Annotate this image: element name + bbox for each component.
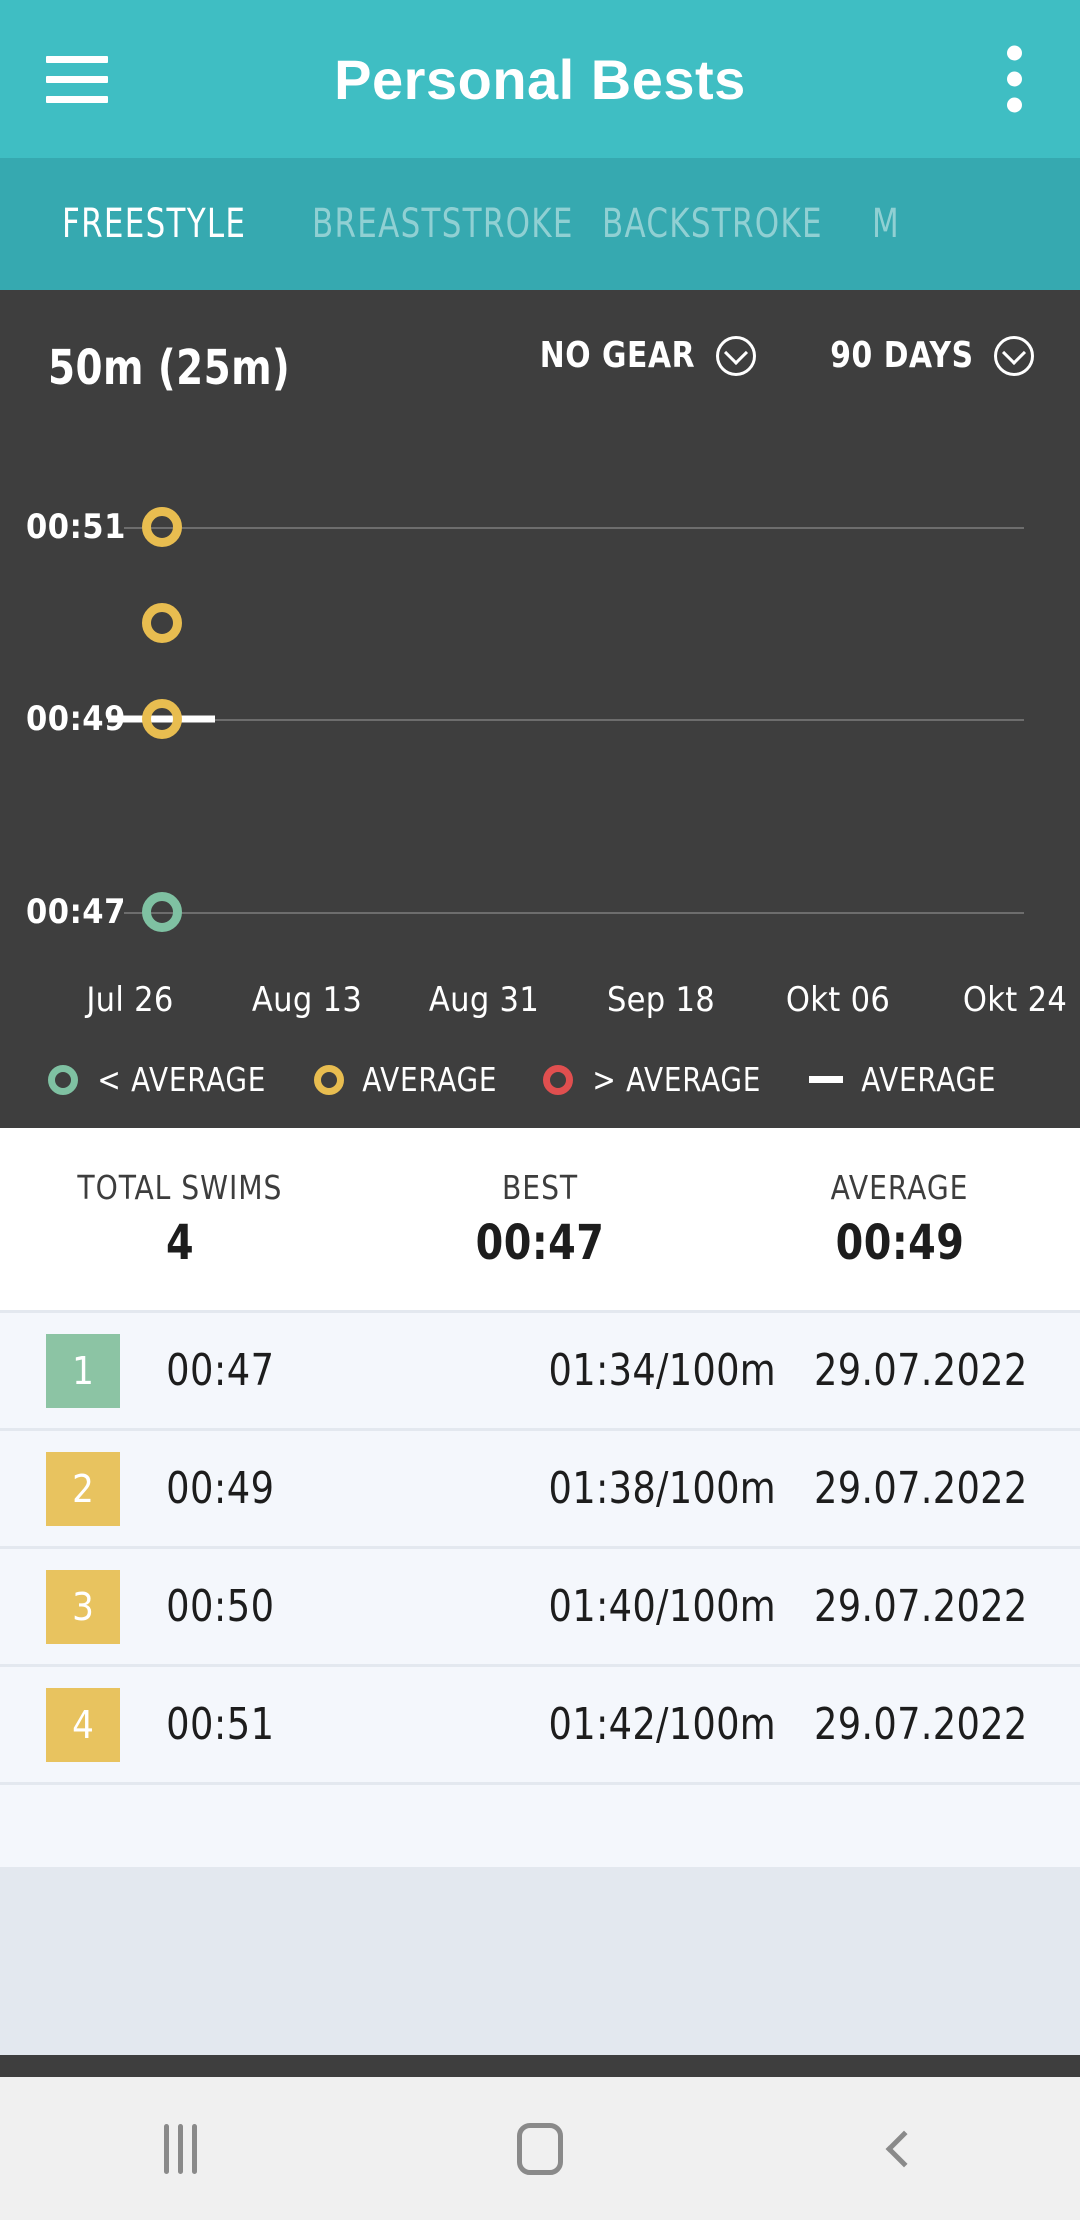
- legend-item: > AVERAGE: [543, 1060, 767, 1099]
- results-list[interactable]: 1 00:47 01:34/100m 29.07.2022 2 00:49 01:38/10…: [0, 1313, 1080, 2055]
- legend-item: AVERAGE: [313, 1060, 502, 1099]
- chart-header: 50m (25m) NO GEAR 90 DAYS: [0, 290, 1080, 400]
- row-pace: 01:40/100m: [548, 1581, 776, 1632]
- chart-y-tick-label: 00:47: [26, 891, 126, 932]
- bottom-divider: [0, 2055, 1080, 2077]
- summary-label: TOTAL SWIMS: [77, 1167, 283, 1207]
- app-bar: Personal Bests: [0, 0, 1080, 158]
- recents-icon: [163, 2123, 197, 2174]
- period-filter-label: 90 DAYS: [830, 335, 974, 376]
- row-metrics: 01:42/100m 29.07.2022: [540, 1699, 1036, 1750]
- row-pace: 01:42/100m: [548, 1699, 776, 1750]
- chart-data-point[interactable]: [142, 506, 182, 547]
- recents-button[interactable]: [0, 2077, 360, 2220]
- summary-value: 00:49: [835, 1214, 965, 1271]
- row-time: 00:49: [166, 1463, 275, 1514]
- tab-backstroke[interactable]: BACKSTROKE: [602, 201, 834, 247]
- rank-badge: 4: [46, 1687, 120, 1762]
- tab-freestyle[interactable]: FREESTYLE: [62, 201, 277, 247]
- tab-breaststroke[interactable]: BREASTSTROKE: [312, 201, 572, 247]
- table-row[interactable]: 4 00:51 01:42/100m 29.07.2022: [0, 1667, 1080, 1782]
- row-metrics: 01:40/100m 29.07.2022: [540, 1581, 1036, 1632]
- chevron-down-circle-icon: [994, 335, 1034, 376]
- row-date: 29.07.2022: [814, 1345, 1028, 1396]
- more-vertical-icon[interactable]: [999, 38, 1030, 121]
- rank-badge: 2: [46, 1451, 120, 1526]
- chart-data-point[interactable]: [142, 603, 182, 644]
- chart-gridline: [124, 719, 1024, 722]
- table-row[interactable]: 3 00:50 01:40/100m 29.07.2022: [0, 1549, 1080, 1664]
- row-date: 29.07.2022: [814, 1581, 1028, 1632]
- row-time: 00:47: [166, 1345, 275, 1396]
- chart-y-tick-label: 00:51: [26, 506, 126, 547]
- row-date: 29.07.2022: [814, 1463, 1028, 1514]
- page-title: Personal Bests: [334, 47, 746, 111]
- table-row[interactable]: 1 00:47 01:34/100m 29.07.2022: [0, 1313, 1080, 1428]
- row-time: 00:50: [166, 1581, 275, 1632]
- chart-x-tick-label: Okt 06: [785, 980, 891, 1020]
- chart-x-tick-label: Aug 31: [428, 980, 540, 1020]
- row-metrics: 01:34/100m 29.07.2022: [540, 1345, 1036, 1396]
- summary-label: BEST: [501, 1167, 579, 1207]
- rank-badge: 1: [46, 1333, 120, 1408]
- row-pace: 01:38/100m: [548, 1463, 776, 1514]
- back-button[interactable]: [720, 2077, 1080, 2220]
- tab-medley[interactable]: M: [872, 201, 1080, 247]
- chart-data-point[interactable]: [142, 891, 182, 932]
- legend-item: < AVERAGE: [48, 1060, 272, 1099]
- chart-legend: < AVERAGE AVERAGE > AVERAGE AVERAGE: [48, 1060, 1000, 1099]
- home-icon: [517, 2122, 563, 2175]
- chart-x-tick-label: Sep 18: [606, 980, 716, 1020]
- legend-label: AVERAGE: [861, 1060, 997, 1099]
- period-filter-dropdown[interactable]: 90 DAYS: [824, 335, 1034, 376]
- row-pace: 01:34/100m: [548, 1345, 776, 1396]
- gear-filter-dropdown[interactable]: NO GEAR: [533, 335, 757, 376]
- stroke-tab-bar[interactable]: FREESTYLE BREASTSTROKE BACKSTROKE M: [0, 158, 1080, 290]
- chart-x-tick-label: Okt 24: [962, 980, 1068, 1020]
- summary-value: 00:47: [475, 1214, 605, 1271]
- chart-data-point[interactable]: [142, 699, 182, 740]
- chart-panel: 50m (25m) NO GEAR 90 DAYS 00:51 00:49 00:4…: [0, 290, 1080, 1128]
- system-nav-bar: [0, 2077, 1080, 2220]
- summary-cell: BEST 00:47: [360, 1168, 720, 1271]
- back-icon: [885, 2130, 923, 2167]
- gear-filter-label: NO GEAR: [540, 335, 696, 376]
- legend-ring-icon: [48, 1064, 78, 1095]
- legend-label: AVERAGE: [361, 1060, 497, 1099]
- summary-cell: AVERAGE 00:49: [720, 1168, 1080, 1271]
- summary-value: 4: [165, 1214, 195, 1271]
- chart-gridline: [124, 911, 1024, 914]
- legend-dash-icon: [808, 1076, 843, 1083]
- chevron-down-circle-icon: [716, 335, 757, 376]
- legend-label: < AVERAGE: [97, 1060, 267, 1099]
- chart-gridline: [124, 526, 1024, 529]
- table-row-partial[interactable]: [0, 1785, 1080, 1867]
- app-root: Personal Bests FREESTYLE BREASTSTROKE BA…: [0, 0, 1080, 2220]
- table-row[interactable]: 2 00:49 01:38/100m 29.07.2022: [0, 1431, 1080, 1546]
- legend-item: AVERAGE: [808, 1060, 1001, 1099]
- legend-ring-icon: [543, 1064, 574, 1095]
- row-time: 00:51: [166, 1699, 275, 1750]
- row-date: 29.07.2022: [814, 1699, 1028, 1750]
- chart-x-axis: Jul 26 Aug 13 Aug 31 Sep 18 Okt 06 Okt 24: [0, 980, 1080, 1040]
- chart-distance-title: 50m (25m): [48, 339, 291, 396]
- row-metrics: 01:38/100m 29.07.2022: [540, 1463, 1036, 1514]
- home-button[interactable]: [360, 2077, 720, 2220]
- chart-x-tick-label: Aug 13: [251, 980, 363, 1020]
- summary-label: AVERAGE: [831, 1167, 969, 1207]
- legend-label: > AVERAGE: [592, 1060, 762, 1099]
- legend-ring-icon: [313, 1064, 344, 1095]
- rank-badge: 3: [46, 1569, 120, 1644]
- chart-filters: NO GEAR 90 DAYS: [533, 335, 1034, 376]
- summary-stats: TOTAL SWIMS 4 BEST 00:47 AVERAGE 00:49: [0, 1128, 1080, 1313]
- summary-cell: TOTAL SWIMS 4: [0, 1168, 360, 1271]
- chart-plot-area[interactable]: 00:51 00:49 00:47: [0, 450, 1080, 960]
- hamburger-icon[interactable]: [46, 55, 146, 103]
- chart-x-tick-label: Jul 26: [86, 980, 174, 1020]
